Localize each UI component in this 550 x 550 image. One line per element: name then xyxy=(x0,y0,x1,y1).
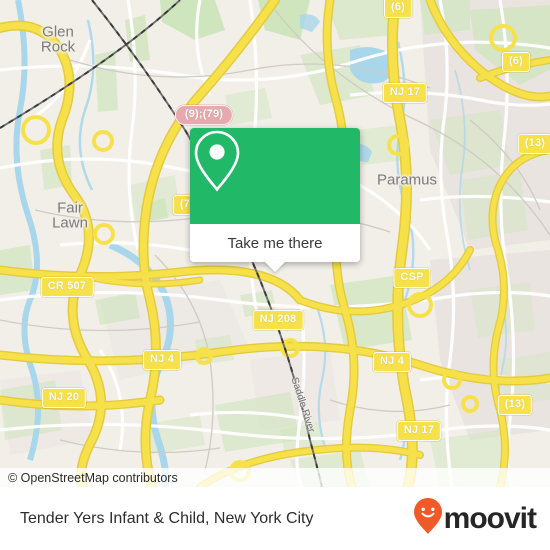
road-shield-csp[interactable]: CSP xyxy=(393,268,431,288)
location-popup[interactable]: Take me there xyxy=(190,128,360,272)
road-shield-9-79[interactable]: (9);(79) xyxy=(174,105,234,125)
road-shield-13-south[interactable]: (13) xyxy=(497,395,533,415)
moovit-pin-icon xyxy=(413,497,443,540)
place-label-glen-rock: Glen Rock xyxy=(40,23,76,56)
footer-bar: Tender Yers Infant & Child, New York Cit… xyxy=(0,487,550,550)
map-screenshot: Glen Rock Fair Lawn Paramus Saddle River… xyxy=(0,0,550,550)
attribution-text: © OpenStreetMap contributors xyxy=(8,470,178,485)
road-shield-nj4-east[interactable]: NJ 4 xyxy=(372,352,412,372)
popup-pointer xyxy=(264,261,286,272)
popup-marker-area xyxy=(190,128,360,224)
road-shield-6-right[interactable]: (6) xyxy=(501,52,531,72)
map-attribution[interactable]: © OpenStreetMap contributors xyxy=(0,468,550,487)
map-canvas[interactable]: Glen Rock Fair Lawn Paramus Saddle River… xyxy=(0,0,550,487)
moovit-logo[interactable]: moovit xyxy=(413,497,537,540)
road-shield-cr507[interactable]: CR 507 xyxy=(40,277,94,297)
take-me-there-button[interactable]: Take me there xyxy=(190,224,360,272)
place-label-fair-lawn: Fair Lawn xyxy=(52,199,88,232)
road-shield-6-top[interactable]: (6) xyxy=(383,0,413,18)
road-shield-nj4-west[interactable]: NJ 4 xyxy=(142,350,182,370)
page-title: Tender Yers Infant & Child, New York Cit… xyxy=(20,509,314,527)
moovit-wordmark: moovit xyxy=(443,501,537,535)
road-shield-nj17-south[interactable]: NJ 17 xyxy=(396,421,442,441)
take-me-there-label: Take me there xyxy=(227,234,323,252)
road-shield-nj17-north[interactable]: NJ 17 xyxy=(382,83,428,103)
place-label-paramus: Paramus xyxy=(376,171,438,189)
road-shield-nj208[interactable]: NJ 208 xyxy=(252,310,304,330)
road-shield-nj20[interactable]: NJ 20 xyxy=(41,388,87,408)
road-shield-13-north[interactable]: (13) xyxy=(517,134,550,154)
